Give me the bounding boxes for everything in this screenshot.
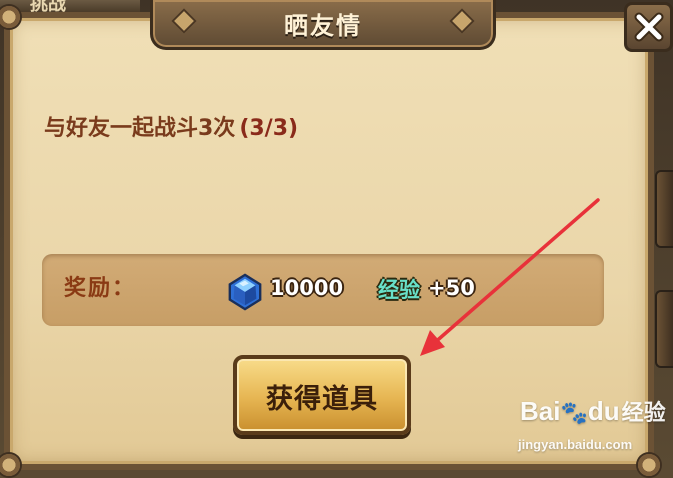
watermark-brand: 经验: [621, 401, 666, 426]
reward-label: 奖励：: [64, 276, 137, 301]
exp-label: 经验: [378, 278, 420, 302]
close-icon: [634, 12, 663, 42]
side-tab[interactable]: [655, 290, 673, 368]
exp-amount: +50: [428, 276, 475, 300]
task-progress: (3/3): [239, 116, 299, 141]
watermark-url: jingyan.baidu.com: [518, 437, 633, 452]
corner-ornament: [0, 452, 22, 478]
side-tab[interactable]: [655, 170, 673, 248]
gem-icon: [228, 273, 262, 311]
gem-amount: 10000: [270, 276, 344, 300]
title-banner: 晒友情: [150, 0, 496, 50]
dialog-title: 晒友情: [284, 12, 362, 40]
task-description: 与好友一起战斗3次 (3/3): [44, 110, 298, 142]
watermark: Bai🐾du经验 jingyan.baidu.com: [518, 395, 666, 452]
get-items-label: 获得道具: [266, 384, 378, 415]
corner-ornament: [0, 4, 22, 30]
reward-box: 奖励： 10000 经验 +50: [42, 254, 604, 326]
task-text: 与好友一起战斗3次: [44, 116, 236, 141]
close-button[interactable]: [624, 2, 673, 52]
get-items-button[interactable]: 获得道具: [233, 355, 411, 435]
corner-ornament: [636, 452, 662, 478]
baidu-logo: Bai🐾du: [520, 396, 620, 426]
